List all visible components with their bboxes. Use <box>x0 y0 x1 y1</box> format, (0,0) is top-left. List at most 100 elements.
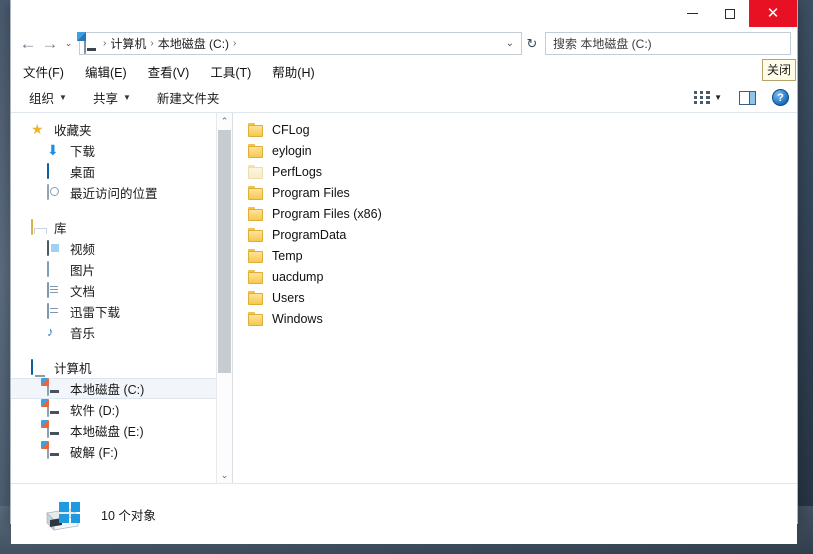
breadcrumb-separator: › <box>233 38 237 49</box>
toolbar-right-group: ▼ ? <box>694 89 797 107</box>
download-icon: ⬇ <box>47 141 59 158</box>
minimize-icon <box>686 13 698 14</box>
menu-bar: 文件(F) 编辑(E) 查看(V) 工具(T) 帮助(H) <box>11 59 797 83</box>
file-name: Program Files (x86) <box>272 206 382 221</box>
breadcrumb-item-computer[interactable]: 计算机 <box>107 35 149 52</box>
close-button[interactable]: ✕ <box>749 0 797 27</box>
list-item[interactable]: ProgramData <box>233 224 797 245</box>
nav-group-spacer <box>11 203 218 217</box>
address-input[interactable]: › 计算机 › 本地磁盘 (C:) › ⌄ <box>79 32 522 55</box>
chevron-down-icon: ▼ <box>59 93 67 102</box>
nav-item-downloads[interactable]: ⬇ 下载 <box>11 140 218 161</box>
list-item[interactable]: eylogin <box>233 140 797 161</box>
folder-icon <box>248 143 264 158</box>
breadcrumb-item-drive[interactable]: 本地磁盘 (C:) <box>155 35 232 52</box>
navigation-pane-scrollbar[interactable]: ⌃ ⌄ <box>216 113 232 483</box>
scrollbar-thumb[interactable] <box>218 130 231 373</box>
nav-item-drive-c[interactable]: 本地磁盘 (C:) <box>11 378 218 399</box>
close-button-tooltip: 关闭 <box>761 59 796 81</box>
file-list-pane: CFLog eylogin PerfLogs Program Files Pro… <box>233 113 797 483</box>
menu-item-tools[interactable]: 工具(T) <box>210 62 262 81</box>
scroll-down-arrow-icon[interactable]: ⌄ <box>217 467 232 483</box>
close-icon: ✕ <box>766 5 780 22</box>
nav-label: 收藏夹 <box>54 124 92 138</box>
nav-item-desktop[interactable]: 桌面 <box>11 161 218 182</box>
preview-pane-button[interactable] <box>736 89 758 107</box>
nav-label: 图片 <box>70 264 96 278</box>
drive-icon <box>33 496 80 532</box>
folder-icon <box>248 164 264 179</box>
nav-item-videos[interactable]: 视频 <box>11 238 218 259</box>
list-item[interactable]: CFLog <box>233 119 797 140</box>
back-button[interactable]: ← <box>17 32 39 56</box>
menu-item-help[interactable]: 帮助(H) <box>272 62 325 81</box>
folder-icon <box>248 290 264 305</box>
nav-item-recent-places[interactable]: 最近访问的位置 <box>11 182 218 203</box>
folder-icon <box>248 248 264 263</box>
search-input[interactable]: 搜索 本地磁盘 (C:) <box>545 32 791 55</box>
drive-icon <box>47 400 64 418</box>
nav-item-drive-d[interactable]: 软件 (D:) <box>11 399 218 420</box>
scroll-up-arrow-icon[interactable]: ⌃ <box>217 113 232 129</box>
status-text: 10 个对象 <box>101 508 156 523</box>
nav-label: 计算机 <box>54 362 92 376</box>
list-item[interactable]: PerfLogs <box>233 161 797 182</box>
nav-item-drive-f[interactable]: 破解 (F:) <box>11 441 218 462</box>
nav-item-thunder-download[interactable]: 迅雷下载 <box>11 301 218 322</box>
share-button[interactable]: 共享 ▼ <box>93 88 131 107</box>
library-icon <box>31 218 48 236</box>
nav-label: 本地磁盘 (E:) <box>70 425 144 439</box>
menu-item-file[interactable]: 文件(F) <box>23 62 75 81</box>
windows-logo-icon[interactable] <box>59 502 80 523</box>
maximize-button[interactable] <box>711 0 749 27</box>
view-options-icon[interactable] <box>694 90 711 105</box>
list-item[interactable]: Users <box>233 287 797 308</box>
music-icon: ♪ <box>47 323 54 339</box>
forward-button[interactable]: → <box>39 32 61 56</box>
drive-icon <box>47 421 64 439</box>
menu-item-view[interactable]: 查看(V) <box>148 62 201 81</box>
list-item[interactable]: Program Files (x86) <box>233 203 797 224</box>
nav-group-favorites[interactable]: ★ 收藏夹 <box>11 119 218 140</box>
organize-label: 组织 <box>29 92 55 106</box>
nav-item-documents[interactable]: 文档 <box>11 280 218 301</box>
folder-icon <box>248 122 264 137</box>
address-bar-row: ← → ⌄ › 计算机 › 本地磁盘 (C:) › ⌄ ↻ 搜索 本地磁盘 (C… <box>11 28 797 81</box>
star-icon: ★ <box>31 120 44 137</box>
menu-item-edit[interactable]: 编辑(E) <box>85 62 138 81</box>
list-item[interactable]: Program Files <box>233 182 797 203</box>
view-options-caret-icon[interactable]: ▼ <box>714 93 722 102</box>
help-icon[interactable]: ? <box>772 89 789 106</box>
folder-icon <box>248 206 264 221</box>
nav-item-music[interactable]: ♪ 音乐 <box>11 322 218 343</box>
chevron-down-icon[interactable]: ⌄ <box>501 38 519 49</box>
navigation-list: ★ 收藏夹 ⬇ 下载 桌面 最近访问的位置 库 视频 图片 文档 迅雷下载 ♪ … <box>11 119 218 462</box>
minimize-button[interactable] <box>673 0 711 27</box>
new-folder-button[interactable]: 新建文件夹 <box>157 88 220 107</box>
nav-item-drive-e[interactable]: 本地磁盘 (E:) <box>11 420 218 441</box>
video-icon <box>47 239 64 257</box>
file-name: Temp <box>272 248 303 263</box>
navigation-pane: ★ 收藏夹 ⬇ 下载 桌面 最近访问的位置 库 视频 图片 文档 迅雷下载 ♪ … <box>11 113 233 483</box>
list-item[interactable]: Temp <box>233 245 797 266</box>
list-item[interactable]: uacdump <box>233 266 797 287</box>
status-bar: 10 个对象 <box>11 483 797 544</box>
file-name: CFLog <box>272 122 310 137</box>
file-explorer-window: ✕ ← → ⌄ › 计算机 › 本地磁盘 (C:) › ⌄ ↻ 搜索 本地磁盘 … <box>10 0 798 544</box>
nav-label: 视频 <box>70 243 96 257</box>
list-item[interactable]: Windows <box>233 308 797 329</box>
refresh-button[interactable]: ↻ <box>522 32 542 55</box>
history-dropdown-button[interactable]: ⌄ <box>61 32 76 56</box>
file-name: Program Files <box>272 185 350 200</box>
system-drive-icon <box>47 379 64 397</box>
organize-button[interactable]: 组织 ▼ <box>29 88 67 107</box>
nav-group-libraries[interactable]: 库 <box>11 217 218 238</box>
nav-label: 音乐 <box>70 327 96 341</box>
file-name: Windows <box>272 311 323 326</box>
nav-item-pictures[interactable]: 图片 <box>11 259 218 280</box>
nav-group-computer[interactable]: 计算机 <box>11 357 218 378</box>
file-name: Users <box>272 290 305 305</box>
folder-icon <box>248 185 264 200</box>
nav-label: 破解 (F:) <box>70 446 118 460</box>
folder-icon <box>248 227 264 242</box>
